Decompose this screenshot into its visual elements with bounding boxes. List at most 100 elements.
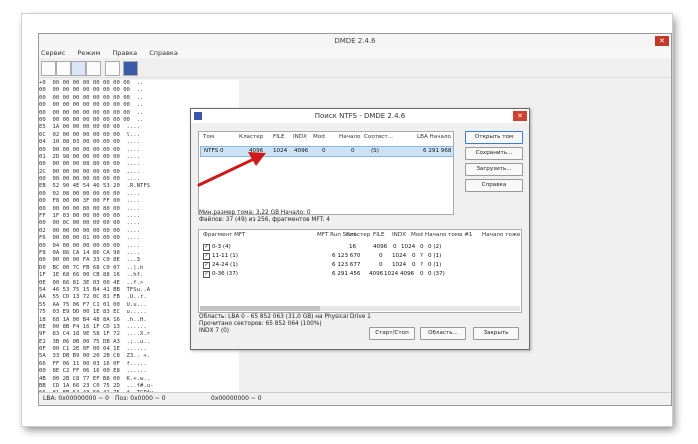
column-header[interactable]: Кластер <box>239 134 263 140</box>
ntfs-search-dialog: Поиск NTFS - DMDE 2.4.6 ✕ Том Кластер FI… <box>190 108 530 350</box>
column-header[interactable]: Том <box>203 134 214 140</box>
hex-line: 66 FF 06 11 00 03 16 0F f..... <box>39 360 147 367</box>
dialog-title: Поиск NTFS - DMDE 2.4.6 <box>191 109 529 123</box>
indx-info: INDX 7 (0) <box>199 328 230 334</box>
indx-value: 1024 <box>401 244 416 250</box>
cluster-value: 0 <box>379 262 383 268</box>
file-value: 1024 <box>384 271 399 277</box>
column-header[interactable]: FILE <box>373 232 385 238</box>
fragment-name: 11-11 (1) <box>212 253 238 259</box>
menu-mode[interactable]: Режим <box>77 49 100 57</box>
fragment-name: 24-24 (1) <box>212 262 238 268</box>
list-icon[interactable] <box>71 61 86 76</box>
mft-fragment-table[interactable]: Фрагмент MFT MFT Run Start Кластер FILE … <box>198 229 522 313</box>
area-info: Область: LBA 0 - 65 852 063 (31,0 GB) на… <box>199 314 371 320</box>
start-stop-button[interactable]: Старт/Стоп <box>369 327 415 340</box>
volume-name: NTFS 0 <box>204 148 224 154</box>
file-value: 1024 <box>273 148 288 154</box>
load-button[interactable]: Загрузить... <box>465 163 523 176</box>
begin-value: 0 (1) <box>428 262 442 268</box>
cluster-value: 4096 <box>369 271 384 277</box>
printer-icon[interactable] <box>105 61 120 76</box>
lba-value: 6 291 968 <box>423 148 452 154</box>
table-row[interactable]: NTFS 0 4096 1024 4096 0 0 (S) 6 291 968 <box>200 146 454 157</box>
window-title: DMDE 2.4.6 <box>39 34 671 48</box>
mod-value: 0 <box>420 244 424 250</box>
menu-service[interactable]: Сервис <box>41 49 65 57</box>
begin-value: 0 (37) <box>428 271 445 277</box>
table-row[interactable]: ✓ 11-11 (1) 6 123 670 0 1024 0 ? 0 (1) <box>201 252 519 260</box>
hex-line: +0 00 00 00 00 00 00 00 00 .. <box>39 80 144 86</box>
checkbox[interactable]: ✓ <box>203 244 210 251</box>
match-value: (S) <box>371 148 379 154</box>
indx-value: 0 <box>412 253 416 259</box>
region-button[interactable]: Область... <box>420 327 466 340</box>
cluster-value: 4096 <box>373 244 388 250</box>
column-header[interactable]: LBA Начало <box>417 134 451 140</box>
disk-icon[interactable] <box>123 61 138 76</box>
help-button[interactable]: Справка <box>465 179 523 192</box>
menu-bar: Сервис Режим Правка Справка <box>39 48 671 58</box>
hex-line: 5A 33 DB B9 00 20 2B C8 Z3.. +. <box>39 353 151 360</box>
indx-value: 4096 <box>294 148 309 154</box>
checkbox[interactable]: ✓ <box>203 262 210 269</box>
files-info: Файлов: 37 (49) из 256, фрагментов MFT: … <box>199 217 330 223</box>
cluster-value: 0 <box>379 253 383 259</box>
run-start: 6 291 456 <box>332 271 361 277</box>
page-icon[interactable] <box>56 61 71 76</box>
menu-edit[interactable]: Правка <box>112 49 137 57</box>
horizontal-scrollbar[interactable] <box>200 306 520 311</box>
run-start: 6 123 670 <box>332 253 361 259</box>
run-start: 16 <box>349 244 357 250</box>
table-row[interactable]: ✓ 24-24 (1) 6 123 677 0 1024 0 ? 0 (1) <box>201 261 519 269</box>
open-volume-button[interactable]: Открыть том <box>465 131 523 144</box>
status-bar: LBA: 0x00000000 ~ 0 Поз: 0x0000 ~ 0 0x00… <box>39 392 671 405</box>
fragment-name: 0-3 (4) <box>212 244 231 250</box>
column-header[interactable]: Начало тома #1 <box>425 232 473 238</box>
app-icon <box>194 112 202 120</box>
table-row[interactable]: ✓ 0-36 (37) 6 291 456 4096 1024 4096 0 0… <box>201 270 519 278</box>
begin-value: 0 (2) <box>428 244 442 250</box>
hex-line: 00 8E C2 FF 06 16 00 E8 ...... <box>39 368 147 375</box>
column-header[interactable]: Mod <box>411 232 423 238</box>
hex-line: 4B 00 2B C8 77 EF B8 00 K.+.w.. <box>39 375 151 382</box>
fragment-name: 0-36 (37) <box>212 271 238 277</box>
column-header[interactable]: Начало <box>339 134 360 140</box>
min-size-info: Мин.размер тома: 3,22 GB Начало: 0 <box>199 210 311 216</box>
column-header[interactable]: FILE <box>273 134 285 140</box>
cluster-value: 4096 <box>249 148 264 154</box>
column-header[interactable]: Начало тоже <box>482 232 520 238</box>
hex-line: BB CD 1A 66 23 C0 75 2D ...f#.u- <box>39 383 154 390</box>
file-value: 0 <box>393 244 397 250</box>
status-offset: 0x00000000 ~ 0 <box>211 395 262 402</box>
mod-value: 0 <box>420 271 424 277</box>
column-header[interactable]: Фрагмент MFT <box>203 232 245 238</box>
image-icon[interactable] <box>86 61 101 76</box>
checkbox[interactable]: ✓ <box>203 271 210 278</box>
close-icon[interactable]: ✕ <box>655 36 669 46</box>
menu-help[interactable]: Справка <box>149 49 178 57</box>
read-info: Прочитано секторов: 65 852 064 (100%) <box>199 321 322 327</box>
column-header[interactable]: Кластер <box>346 232 370 238</box>
back-icon[interactable] <box>41 61 56 76</box>
begin-value: 0 (1) <box>428 253 442 259</box>
toolbar <box>39 59 671 78</box>
mod-value: 0 <box>322 148 326 154</box>
save-button[interactable]: Сохранить... <box>465 147 523 160</box>
column-header[interactable]: INDX <box>293 134 307 140</box>
column-header[interactable]: INDX <box>392 232 406 238</box>
column-header[interactable]: Mod <box>313 134 325 140</box>
file-value: 1024 <box>392 262 407 268</box>
status-lba: LBA: 0x00000000 ~ 0 <box>43 395 109 402</box>
checkbox[interactable]: ✓ <box>203 253 210 260</box>
indx-value: 4096 <box>400 271 415 277</box>
mod-value: ? <box>420 253 423 259</box>
hex-line: 00 00 00 00 00 00 00 00 00 .. <box>39 94 144 101</box>
start-value: 0 <box>351 148 355 154</box>
scrollbar-thumb[interactable] <box>200 306 320 311</box>
volume-table[interactable]: Том Кластер FILE INDX Mod Начало Соотвст… <box>198 131 454 215</box>
table-row[interactable]: ✓ 0-3 (4) 16 4096 0 1024 0 0 (2) <box>201 243 519 251</box>
close-button[interactable]: Закрыть <box>473 327 519 340</box>
column-header[interactable]: Соотвст... <box>364 134 393 140</box>
close-icon[interactable]: ✕ <box>513 111 527 121</box>
